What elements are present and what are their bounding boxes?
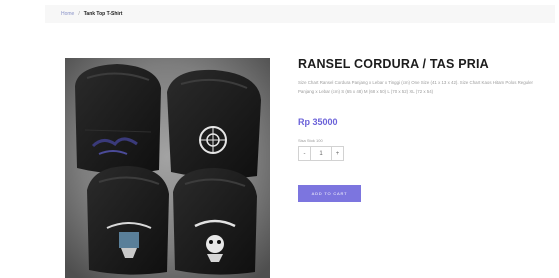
product-description: Size Chart Ransel Cordura Panjang x Leba… xyxy=(298,80,534,94)
breadcrumb-current: Tank Top T-Shirt xyxy=(83,11,123,17)
stock-label: Sisa Stok 100 xyxy=(298,138,323,143)
breadcrumb-home-link[interactable]: Home xyxy=(61,11,74,17)
product-price: Rp 35000 xyxy=(298,117,338,127)
backpack-graphic xyxy=(87,166,169,275)
add-to-cart-button[interactable]: ADD TO CART xyxy=(298,185,361,202)
product-image[interactable] xyxy=(65,58,270,278)
backpack-graphic xyxy=(173,168,257,275)
quantity-stepper: - 1 + xyxy=(298,146,344,161)
quantity-input[interactable]: 1 xyxy=(311,146,331,161)
breadcrumb: Home / Tank Top T-Shirt xyxy=(45,5,555,23)
decrement-button[interactable]: - xyxy=(298,146,311,161)
increment-button[interactable]: + xyxy=(331,146,344,161)
backpack-graphic xyxy=(75,64,161,174)
backpack-graphic xyxy=(167,69,261,179)
breadcrumb-separator: / xyxy=(78,11,80,17)
product-title: RANSEL CORDURA / TAS PRIA xyxy=(298,57,489,71)
